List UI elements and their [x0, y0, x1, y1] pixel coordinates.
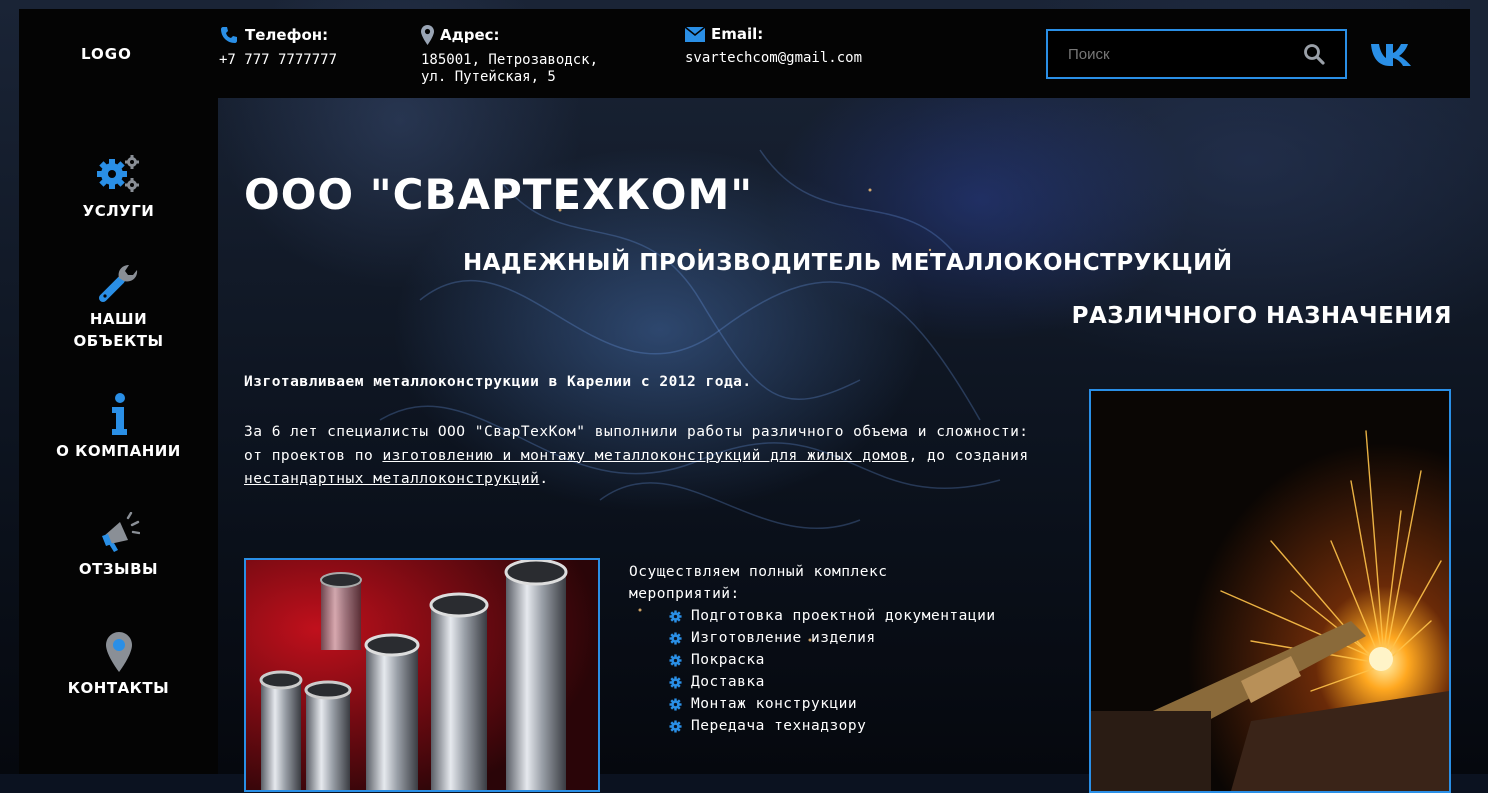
email-label: Email:: [711, 25, 764, 43]
sidebar-item-label: КОНТАКТЫ: [67, 679, 170, 697]
sidebar-nav: УСЛУГИ НАШИ ОБЪЕКТЫ О КОМПАНИИ ОТЗЫВЫ КО…: [19, 98, 218, 774]
description-text: , до создания: [908, 447, 1029, 464]
top-header: LOGO Телефон: +7 777 7777777 Адрес: 1850…: [19, 9, 1470, 98]
service-label: Передача технадзору: [691, 718, 867, 734]
info-icon: [111, 393, 127, 435]
houses-metal-link[interactable]: изготовлению и монтажу металлоконструкци…: [382, 448, 908, 464]
list-item: Подготовка проектной документации: [669, 605, 996, 627]
address-value: 185001, Петрозаводск, ул. Путейская, 5: [421, 52, 599, 85]
megaphone-icon: [101, 512, 140, 552]
list-item: Передача технадзору: [669, 715, 996, 737]
sidebar-item-label: ОТЗЫВЫ: [78, 560, 159, 578]
sidebar-item-objects[interactable]: НАШИ ОБЪЕКТЫ: [19, 262, 218, 352]
list-item: Изготовление изделия: [669, 627, 996, 649]
phone-label: Телефон:: [245, 26, 329, 44]
services-block: Осуществляем полный комплекс мероприятий…: [629, 561, 996, 737]
company-description: За 6 лет специалисты ООО "СварТехКом" вы…: [244, 421, 1034, 492]
gear-bullet-icon: [669, 675, 682, 689]
gears-icon: [96, 155, 139, 192]
list-item: Покраска: [669, 649, 996, 671]
subtitle-line-2: РАЗЛИЧНОГО НАЗНАЧЕНИЯ: [1071, 303, 1452, 329]
services-lead: Осуществляем полный комплекс мероприятий…: [629, 564, 888, 602]
search-box: [1046, 29, 1347, 79]
search-input[interactable]: [1048, 31, 1308, 77]
gear-bullet-icon: [669, 653, 682, 667]
address-block: Адрес: 185001, Петрозаводск, ул. Путейск…: [421, 25, 598, 86]
service-label: Покраска: [691, 652, 765, 668]
search-icon[interactable]: [1303, 43, 1325, 65]
sidebar-item-services[interactable]: УСЛУГИ: [19, 154, 218, 222]
phone-block: Телефон: +7 777 7777777: [219, 25, 337, 69]
envelope-icon: [685, 26, 705, 42]
custom-metal-link[interactable]: нестандартных металлоконструкций: [244, 471, 539, 487]
sidebar-item-label: О КОМПАНИИ: [56, 442, 181, 460]
gear-bullet-icon: [669, 609, 682, 623]
email-value[interactable]: svartechcom@gmail.com: [685, 50, 862, 67]
sidebar-item-about[interactable]: О КОМПАНИИ: [19, 392, 218, 462]
service-label: Изготовление изделия: [691, 630, 876, 646]
service-label: Монтаж конструкции: [691, 696, 858, 712]
gear-bullet-icon: [669, 697, 682, 711]
list-item: Монтаж конструкции: [669, 693, 996, 715]
sidebar-item-contacts[interactable]: КОНТАКТЫ: [19, 631, 218, 699]
service-label: Подготовка проектной документации: [691, 608, 996, 624]
sidebar-item-label: НАШИ ОБЪЕКТЫ: [73, 310, 164, 350]
wrench-icon: [98, 265, 137, 302]
gear-bullet-icon: [669, 719, 682, 733]
map-pin-icon: [105, 632, 132, 672]
service-label: Доставка: [691, 674, 765, 690]
welding-sparks-photo: [1089, 389, 1451, 793]
description-text: .: [539, 471, 549, 487]
sidebar-item-label: УСЛУГИ: [82, 202, 155, 220]
logo[interactable]: LOGO: [81, 45, 132, 63]
vk-icon[interactable]: [1370, 42, 1414, 68]
intro-text: Изготавливаем металлоконструкции в Карел…: [244, 374, 752, 390]
gear-bullet-icon: [669, 631, 682, 645]
page-title: ООО "СВАРТЕХКОМ": [244, 170, 754, 219]
subtitle-line-1: НАДЕЖНЫЙ ПРОИЗВОДИТЕЛЬ МЕТАЛЛОКОНСТРУКЦИ…: [463, 250, 1233, 276]
list-item: Доставка: [669, 671, 996, 693]
metal-tubes-photo: [244, 558, 600, 792]
phone-icon: [221, 27, 237, 43]
sidebar-item-reviews[interactable]: ОТЗЫВЫ: [19, 512, 218, 580]
phone-number[interactable]: +7 777 7777777: [219, 52, 337, 69]
email-block: Email: svartechcom@gmail.com: [685, 25, 862, 67]
services-list: Подготовка проектной документации Изгото…: [629, 605, 996, 737]
address-label: Адрес:: [440, 26, 500, 44]
map-pin-icon: [421, 25, 434, 45]
